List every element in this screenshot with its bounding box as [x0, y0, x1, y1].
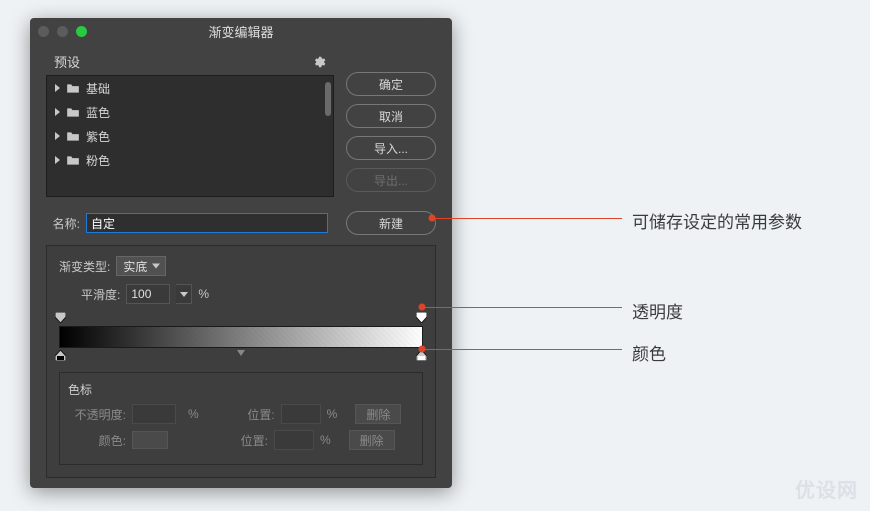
color-position-input	[274, 430, 314, 450]
opacity-input	[132, 404, 176, 424]
preset-folder[interactable]: 蓝色	[47, 100, 333, 124]
smoothness-input[interactable]	[126, 284, 170, 304]
annotation-opacity: 透明度	[632, 298, 683, 323]
gear-icon[interactable]	[312, 55, 326, 69]
scrollbar-thumb[interactable]	[325, 82, 331, 116]
position-label: 位置:	[222, 432, 268, 449]
chevron-down-icon	[180, 292, 188, 297]
position-label: 位置:	[229, 406, 275, 423]
color-stop-row	[59, 348, 423, 362]
cancel-button[interactable]: 取消	[346, 104, 436, 128]
preset-folder-label: 基础	[86, 80, 110, 97]
chevron-right-icon	[55, 156, 60, 164]
preset-folder-label: 蓝色	[86, 104, 110, 121]
new-button[interactable]: 新建	[346, 211, 436, 235]
folder-icon	[66, 131, 80, 142]
preset-header-label: 预设	[54, 52, 80, 71]
preset-folder[interactable]: 基础	[47, 76, 333, 100]
stops-title: 色标	[68, 381, 414, 398]
opacity-stop[interactable]	[55, 312, 66, 323]
stops-panel: 色标 不透明度: % 位置: % 删除 颜色: 位置:	[59, 372, 423, 465]
name-input[interactable]	[86, 213, 328, 233]
annotation-new: 可储存设定的常用参数	[632, 208, 802, 233]
export-button: 导出...	[346, 168, 436, 192]
chevron-right-icon	[55, 84, 60, 92]
color-swatch	[132, 431, 168, 449]
opacity-stop[interactable]	[416, 312, 427, 323]
annotation-line	[422, 349, 622, 350]
watermark: 优设网	[795, 474, 858, 503]
delete-opacity-stop-button: 删除	[355, 404, 401, 424]
opacity-stop-row	[59, 312, 423, 326]
color-stop[interactable]	[55, 350, 66, 361]
gradient-bar[interactable]	[59, 326, 423, 348]
folder-icon	[66, 83, 80, 94]
percent-label: %	[327, 407, 338, 421]
preset-folder-label: 粉色	[86, 152, 110, 169]
percent-label: %	[320, 433, 331, 447]
import-button[interactable]: 导入...	[346, 136, 436, 160]
smoothness-stepper[interactable]	[176, 284, 192, 304]
annotation-line	[422, 307, 622, 308]
preset-folder[interactable]: 粉色	[47, 148, 333, 172]
dialog-buttons: 确定 取消 导入... 导出...	[346, 72, 436, 197]
folder-icon	[66, 155, 80, 166]
preset-panel: 预设 基础 蓝色	[46, 52, 334, 197]
color-label: 颜色:	[68, 432, 126, 449]
preset-folder[interactable]: 紫色	[47, 124, 333, 148]
annotation-line	[432, 218, 622, 219]
window-title: 渐变编辑器	[30, 22, 452, 41]
chevron-down-icon	[152, 264, 160, 269]
preset-list[interactable]: 基础 蓝色 紫色 粉色	[46, 75, 334, 197]
ok-button[interactable]: 确定	[346, 72, 436, 96]
gradient-type-select[interactable]: 实底	[116, 256, 166, 276]
gradient-editor-window: 渐变编辑器 预设 基础	[30, 18, 452, 488]
chevron-right-icon	[55, 132, 60, 140]
annotation-color: 颜色	[632, 340, 666, 365]
gradient-type-label: 渐变类型:	[59, 258, 110, 275]
chevron-right-icon	[55, 108, 60, 116]
preset-folder-label: 紫色	[86, 128, 110, 145]
position-input	[281, 404, 321, 424]
smoothness-label: 平滑度:	[81, 286, 120, 303]
name-label: 名称:	[46, 215, 80, 232]
gradient-type-value: 实底	[123, 258, 147, 275]
opacity-label: 不透明度:	[68, 406, 126, 423]
folder-icon	[66, 107, 80, 118]
percent-label: %	[198, 287, 209, 301]
midpoint-marker[interactable]	[237, 350, 245, 356]
gradient-settings-panel: 渐变类型: 实底 平滑度: %	[46, 245, 436, 478]
percent-label: %	[188, 407, 199, 421]
titlebar: 渐变编辑器	[30, 18, 452, 44]
delete-color-stop-button: 删除	[349, 430, 395, 450]
